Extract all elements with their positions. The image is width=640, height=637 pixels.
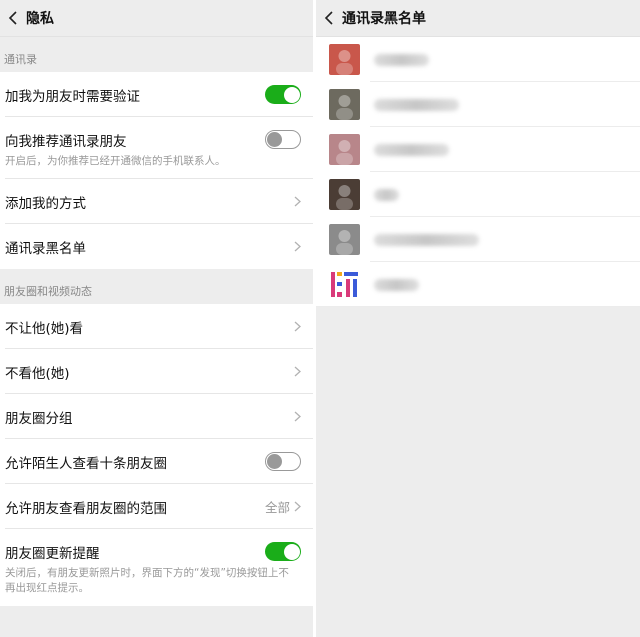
avatar bbox=[329, 134, 360, 165]
chevron-right-icon bbox=[294, 321, 301, 332]
row-value: 全部 bbox=[264, 500, 290, 515]
row-control bbox=[294, 196, 313, 207]
toggle-switch[interactable] bbox=[265, 85, 301, 104]
navigation-bar: 通讯录黑名单 bbox=[316, 0, 640, 37]
row-control bbox=[265, 85, 313, 104]
page-title: 隐私 bbox=[26, 11, 54, 27]
settings-row[interactable]: 向我推荐通讯录朋友开启后，为你推荐已经开通微信的手机联系人。 bbox=[0, 117, 313, 179]
toggle-switch[interactable] bbox=[265, 452, 301, 471]
settings-row[interactable]: 允许陌生人查看十条朋友圈 bbox=[0, 439, 313, 484]
row-control bbox=[294, 321, 313, 332]
row-main: 不看他(她) bbox=[5, 349, 313, 394]
back-icon[interactable] bbox=[318, 0, 340, 37]
row-label: 添加我的方式 bbox=[5, 195, 86, 212]
avatar bbox=[329, 179, 360, 210]
blacklist-entry[interactable] bbox=[316, 217, 640, 262]
row-control bbox=[294, 241, 313, 252]
blacklist-entry[interactable] bbox=[316, 127, 640, 172]
settings-row[interactable]: 加我为朋友时需要验证 bbox=[0, 72, 313, 117]
row-description: 开启后，为你推荐已经开通微信的手机联系人。 bbox=[5, 155, 226, 167]
settings-row[interactable]: 不看他(她) bbox=[0, 349, 313, 394]
section-header: 通讯录 bbox=[4, 53, 37, 66]
settings-row[interactable]: 通讯录黑名单 bbox=[0, 224, 313, 269]
toggle-knob bbox=[283, 86, 300, 103]
chevron-right-icon bbox=[294, 366, 301, 377]
settings-list: 通讯录加我为朋友时需要验证 向我推荐通讯录朋友开启后，为你推荐已经开通微信的手机联… bbox=[0, 37, 313, 606]
blacklist-panel: 通讯录黑名单 bbox=[316, 0, 640, 637]
row-label: 允许陌生人查看十条朋友圈 bbox=[5, 455, 167, 472]
toggle-knob bbox=[267, 453, 282, 469]
row-main: 不让他(她)看 bbox=[5, 304, 313, 349]
settings-row[interactable]: 添加我的方式 bbox=[0, 179, 313, 224]
redacted-name bbox=[374, 98, 459, 111]
avatar bbox=[329, 89, 360, 120]
row-control bbox=[294, 411, 313, 422]
chevron-right-icon bbox=[294, 241, 301, 252]
settings-row[interactable]: 允许朋友查看朋友圈的范围 全部 bbox=[0, 484, 313, 529]
toggle-switch[interactable] bbox=[265, 130, 301, 149]
toggle-knob bbox=[267, 131, 282, 147]
blacklist-entry[interactable] bbox=[316, 262, 640, 307]
chevron-right-icon bbox=[294, 196, 301, 207]
row-main: 允许朋友查看朋友圈的范围 全部 bbox=[5, 484, 313, 529]
row-label: 向我推荐通讯录朋友 bbox=[5, 133, 127, 150]
redacted-name bbox=[374, 278, 419, 291]
row-main: 添加我的方式 bbox=[5, 179, 313, 224]
blacklist-entry[interactable] bbox=[316, 37, 640, 82]
row-label: 朋友圈分组 bbox=[5, 410, 73, 427]
settings-row[interactable]: 朋友圈分组 bbox=[0, 394, 313, 439]
row-main: 允许陌生人查看十条朋友圈 bbox=[5, 439, 313, 484]
row-control: 全部 bbox=[265, 497, 313, 516]
page-title: 通讯录黑名单 bbox=[342, 11, 426, 27]
redacted-name bbox=[374, 53, 429, 66]
row-label: 通讯录黑名单 bbox=[5, 240, 86, 257]
row-main: 朋友圈分组 bbox=[5, 394, 313, 439]
row-control bbox=[294, 366, 313, 377]
blacklist-entry[interactable] bbox=[316, 172, 640, 217]
redacted-name bbox=[374, 143, 449, 156]
redacted-name bbox=[374, 188, 399, 201]
row-label: 朋友圈更新提醒 bbox=[5, 545, 100, 562]
avatar bbox=[329, 224, 360, 255]
row-control bbox=[265, 542, 313, 561]
avatar bbox=[329, 44, 360, 75]
row-main: 加我为朋友时需要验证 bbox=[5, 72, 313, 117]
row-label: 加我为朋友时需要验证 bbox=[5, 88, 140, 105]
toggle-switch[interactable] bbox=[265, 542, 301, 561]
chevron-right-icon bbox=[294, 501, 301, 512]
navigation-bar: 隐私 bbox=[0, 0, 313, 37]
toggle-knob bbox=[283, 543, 300, 560]
section-header: 朋友圈和视频动态 bbox=[4, 285, 92, 298]
blacklist bbox=[316, 37, 640, 307]
privacy-panel: 隐私 通讯录加我为朋友时需要验证 向我推荐通讯录朋友开启后，为你推荐已经开通微信的… bbox=[0, 0, 313, 637]
settings-row[interactable]: 朋友圈更新提醒关闭后，有朋友更新照片时，界面下方的“发现”切换按钮上不再出现红点… bbox=[0, 529, 313, 606]
row-control bbox=[265, 452, 313, 471]
avatar bbox=[329, 269, 360, 300]
blacklist-entry[interactable] bbox=[316, 82, 640, 127]
back-icon[interactable] bbox=[2, 0, 24, 37]
row-label: 允许朋友查看朋友圈的范围 bbox=[5, 500, 167, 517]
row-label: 不让他(她)看 bbox=[5, 320, 84, 337]
chevron-right-icon bbox=[294, 411, 301, 422]
row-control bbox=[265, 130, 313, 149]
row-main: 通讯录黑名单 bbox=[5, 224, 313, 269]
row-label: 不看他(她) bbox=[5, 365, 70, 382]
settings-row[interactable]: 不让他(她)看 bbox=[0, 304, 313, 349]
redacted-name bbox=[374, 233, 479, 246]
row-description: 关闭后，有朋友更新照片时，界面下方的“发现”切换按钮上不再出现红点提示。 bbox=[5, 567, 289, 594]
